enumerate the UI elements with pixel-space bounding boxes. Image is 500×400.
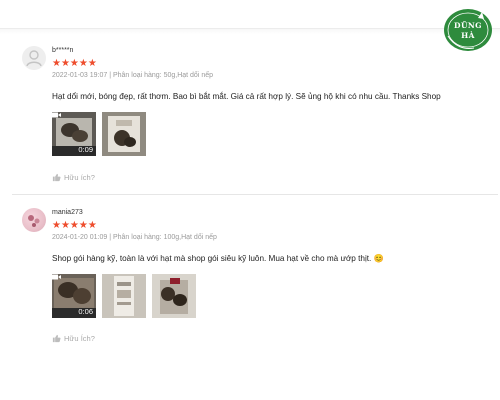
user-avatar-image: [28, 215, 40, 227]
helpful-label: Hữu Ích?: [64, 334, 95, 343]
review-comment: Shop gói hàng kỹ, toàn là với hạt mà sho…: [52, 254, 384, 263]
thumbs-up-icon: [52, 173, 61, 182]
video-duration: 0:09: [78, 145, 93, 154]
avatar[interactable]: [22, 46, 46, 70]
review-meta: 2022-01-03 19:07 | Phân loại hàng: 50g,H…: [52, 72, 213, 79]
video-camera-icon: [52, 274, 61, 280]
review-video-thumbnail[interactable]: 0:06: [52, 274, 96, 318]
video-camera-icon: [52, 112, 61, 118]
review-username[interactable]: mania273: [52, 209, 83, 216]
helpful-label: Hữu ích?: [64, 173, 95, 182]
star-rating: ★★★★★: [52, 58, 97, 69]
review-comment: Hạt dổi mới, bóng đẹp, rất thơm. Bao bì …: [52, 92, 441, 101]
review-photo-thumbnail[interactable]: [102, 274, 146, 318]
review-media: 0:06: [52, 274, 196, 318]
thumbs-up-icon: [52, 334, 61, 343]
review-photo-thumbnail[interactable]: [102, 112, 146, 156]
helpful-button[interactable]: Hữu ích?: [52, 173, 95, 182]
review-media: 0:09: [52, 112, 146, 156]
review-video-thumbnail[interactable]: 0:09: [52, 112, 96, 156]
review-item: mania273 ★★★★★ 2024-01-20 01:09 | Phân l…: [12, 202, 498, 352]
review-photo-thumbnail[interactable]: [152, 274, 196, 318]
review-item: b*****n ★★★★★ 2022-01-03 19:07 | Phân lo…: [12, 40, 498, 195]
star-rating: ★★★★★: [52, 220, 97, 231]
review-meta: 2024-01-20 01:09 | Phân loại hàng: 100g,…: [52, 234, 217, 241]
avatar[interactable]: [22, 208, 46, 232]
watermark-line2: HÀ: [461, 31, 475, 40]
watermark-line1: DŨNG: [454, 21, 482, 30]
video-duration: 0:06: [78, 307, 93, 316]
helpful-button[interactable]: Hữu Ích?: [52, 334, 95, 343]
review-username[interactable]: b*****n: [52, 47, 73, 54]
section-top-divider: [0, 28, 500, 34]
user-avatar-placeholder-icon: [26, 50, 42, 67]
